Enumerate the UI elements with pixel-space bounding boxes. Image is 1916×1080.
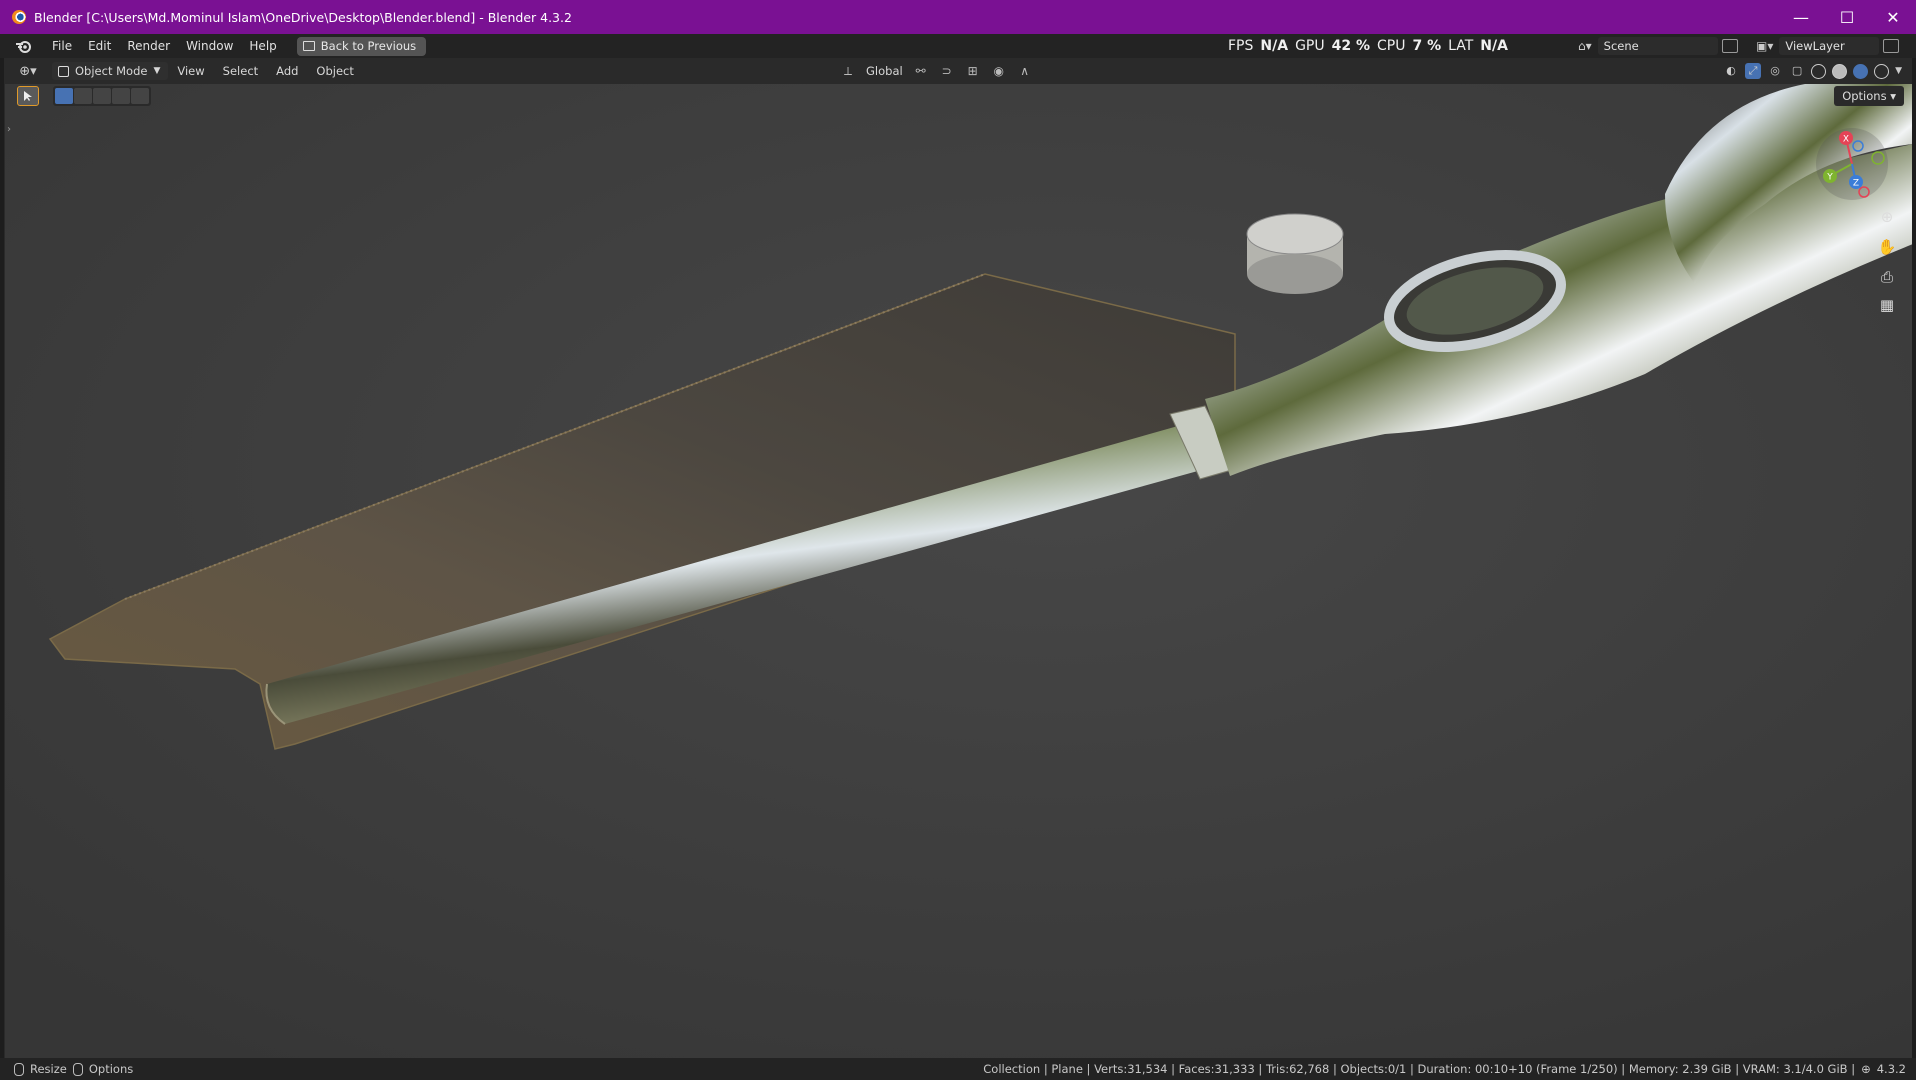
pan-hand-icon[interactable]: ✋ (1874, 234, 1900, 260)
top-menu-bar: File Edit Render Window Help Back to Pre… (0, 34, 1916, 58)
select-new-icon[interactable] (55, 88, 73, 104)
lat-value: N/A (1480, 38, 1508, 54)
back-screen-icon (302, 41, 315, 51)
gpu-label: GPU (1295, 38, 1325, 54)
view-layer-icon: ▣▾ (1756, 39, 1774, 53)
window-title: Blender [C:\Users\Md.Mominul Islam\OneDr… (34, 9, 572, 25)
rendered-shading-icon[interactable] (1874, 63, 1890, 79)
transform-orientation-icon: ⟂ (843, 64, 852, 78)
view-layer-selector[interactable]: ▣▾ ViewLayer (1756, 37, 1906, 55)
status-resize-label: Resize (30, 1062, 67, 1076)
cpu-value: 7 % (1412, 38, 1442, 54)
menu-window[interactable]: Window (178, 34, 241, 58)
viewport-options-button[interactable]: Options ▾ (1834, 86, 1904, 106)
mouse-left-icon (14, 1062, 24, 1076)
object-mode-dropdown[interactable]: Object Mode ▼ (52, 62, 169, 80)
select-cursor-icon[interactable] (17, 86, 39, 106)
gizmo-y-label: Y (1826, 173, 1833, 183)
select-extend-icon[interactable] (74, 88, 92, 104)
mouse-right-icon (72, 1062, 83, 1076)
viewport-render (5, 84, 1912, 1058)
perspective-grid-icon[interactable]: ▦ (1874, 292, 1900, 318)
xray-toggle-icon[interactable]: ▢ (1789, 63, 1805, 79)
performance-stats: FPS N/A GPU 42 % CPU 7 % LAT N/A (1228, 34, 1508, 58)
toolbar-expand-icon[interactable]: › (7, 124, 11, 135)
viewport-menu-object[interactable]: Object (307, 64, 362, 78)
navigation-gizmo[interactable]: X Y Z (1812, 124, 1892, 204)
material-preview-shading-icon[interactable] (1853, 63, 1869, 79)
scene-statistics: Collection | Plane | Verts:31,534 | Face… (983, 1058, 1906, 1080)
cpu-label: CPU (1377, 38, 1406, 54)
gpu-value: 42 % (1331, 38, 1370, 54)
status-hints: Resize Options (14, 1062, 133, 1076)
chevron-down-icon: ▼ (153, 66, 161, 76)
camera-view-icon[interactable]: ⎙ (1874, 264, 1900, 290)
editor-type-icon[interactable]: ⊕▾ (14, 62, 42, 80)
maximize-button[interactable]: ☐ (1824, 0, 1870, 34)
select-invert-icon[interactable] (112, 88, 130, 104)
shading-options-chevron-icon[interactable]: ▼ (1895, 66, 1902, 76)
3d-viewport[interactable]: › Options ▾ X Y Z ⊕ ✋ ⎙ ▦ (4, 84, 1912, 1058)
scene-name-field[interactable]: Scene (1597, 37, 1718, 55)
select-subtract-icon[interactable] (93, 88, 111, 104)
status-bar: Resize Options Collection | Plane | Vert… (0, 1058, 1916, 1080)
back-to-previous-label: Back to Previous (320, 39, 417, 53)
fps-value: N/A (1260, 38, 1289, 54)
scene-info-text: Collection | Plane | Verts:31,534 | Face… (983, 1062, 1856, 1076)
minimize-button[interactable]: — (1778, 0, 1824, 34)
close-button[interactable]: ✕ (1870, 0, 1916, 34)
solid-shading-icon[interactable] (1832, 63, 1848, 79)
scene-icon: ⌂▾ (1578, 39, 1592, 53)
selection-mode-group (53, 86, 151, 106)
overlay-toggle-icon[interactable]: ◎ (1767, 63, 1783, 79)
falloff-icon[interactable]: ∧ (1017, 64, 1033, 78)
select-intersect-icon[interactable] (131, 88, 149, 104)
transform-orientation-dropdown[interactable]: Global (866, 64, 903, 78)
globe-icon: ⊕ (1861, 1062, 1871, 1076)
viewport-menu-add[interactable]: Add (267, 64, 307, 78)
view-layer-name-field[interactable]: ViewLayer (1779, 37, 1880, 55)
menu-edit[interactable]: Edit (80, 34, 119, 58)
window-title-bar: Blender [C:\Users\Md.Mominul Islam\OneDr… (0, 0, 1916, 34)
viewport-menu-view[interactable]: View (168, 64, 213, 78)
back-to-previous-button[interactable]: Back to Previous (296, 36, 427, 56)
transform-tools: ⟂ Global ⚯ ⊃ ⊞ ◉ ∧ (840, 62, 1033, 80)
gizmo-x-label: X (1843, 135, 1849, 145)
blender-app-icon (12, 10, 26, 24)
new-scene-icon[interactable] (1721, 39, 1738, 53)
menu-help[interactable]: Help (241, 34, 284, 58)
menu-render[interactable]: Render (119, 34, 178, 58)
wireframe-shading-icon[interactable] (1811, 63, 1827, 79)
new-view-layer-icon[interactable] (1883, 39, 1900, 53)
viewport-header: ⊕▾ Object Mode ▼ View Select Add Object … (4, 58, 1912, 84)
object-mode-icon (58, 65, 69, 77)
gizmo-toggle-icon[interactable]: ⤢ (1745, 63, 1762, 79)
status-options-label: Options (88, 1062, 134, 1076)
gizmo-z-label: Z (1853, 179, 1859, 189)
pivot-point-icon[interactable]: ⚯ (913, 64, 929, 78)
proportional-editing-icon[interactable]: ◉ (991, 64, 1007, 78)
snap-icon[interactable]: ⊃ (939, 64, 955, 78)
zoom-icon[interactable]: ⊕ (1874, 204, 1900, 230)
window-controls: — ☐ ✕ (1778, 0, 1916, 34)
snap-target-icon[interactable]: ⊞ (965, 64, 981, 78)
lat-label: LAT (1448, 38, 1474, 54)
version-text: 4.3.2 (1876, 1062, 1906, 1076)
viewport-options-label: Options (1842, 89, 1887, 103)
scene-selector[interactable]: ⌂▾ Scene (1578, 37, 1748, 55)
fps-label: FPS (1228, 38, 1254, 54)
menu-file[interactable]: File (44, 34, 80, 58)
blender-menu-icon[interactable] (14, 37, 32, 55)
object-mode-label: Object Mode (75, 64, 148, 78)
viewport-tool-row (17, 86, 151, 106)
viewport-menu-select[interactable]: Select (214, 64, 267, 78)
viewport-display-tools: ◐ ⤢ ◎ ▢ ▼ (1723, 62, 1902, 80)
visibility-icon[interactable]: ◐ (1723, 63, 1739, 79)
